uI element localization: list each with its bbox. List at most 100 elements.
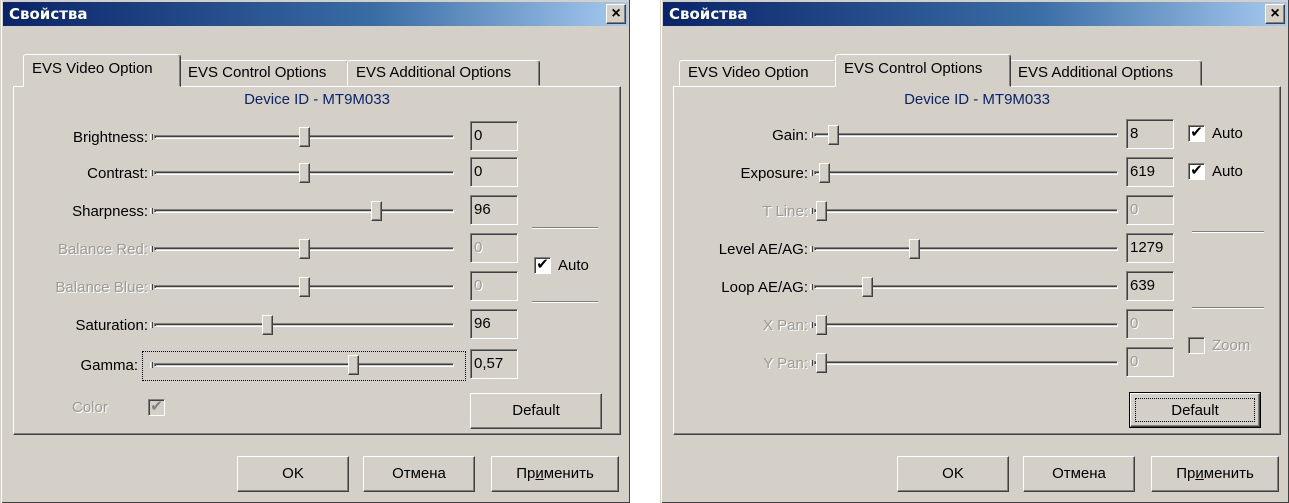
slider-track[interactable] — [154, 209, 454, 213]
exposure-slider[interactable] — [810, 163, 1122, 187]
exposure-value[interactable]: 619 — [1126, 157, 1174, 187]
contrast-value[interactable]: 0 — [470, 157, 518, 187]
tab-evs-video-option[interactable]: EVS Video Option — [679, 60, 837, 86]
window-title: Свойства — [669, 5, 748, 23]
gamma-label: Gamma: — [80, 357, 138, 374]
balance-blue-slider[interactable] — [150, 277, 458, 301]
gain-auto-label: Auto — [1212, 125, 1243, 142]
gamma-value[interactable]: 0,57 — [470, 349, 518, 379]
slider-tick — [810, 208, 813, 214]
slider-tick — [150, 170, 153, 176]
sharpness-value[interactable]: 96 — [470, 195, 518, 225]
slider-thumb — [299, 277, 310, 297]
gain-slider[interactable] — [810, 125, 1122, 149]
balance-blue-label: Balance Blue: — [55, 279, 148, 296]
slider-track[interactable] — [814, 285, 1118, 289]
group-separator-top — [532, 227, 598, 229]
saturation-label: Saturation: — [75, 317, 148, 334]
ok-button[interactable]: OK — [237, 456, 349, 492]
slider-thumb[interactable] — [299, 127, 310, 147]
close-button[interactable]: × — [606, 4, 626, 24]
slider-track[interactable] — [154, 323, 454, 327]
slider-thumb[interactable] — [818, 163, 830, 183]
device-id-label: Device ID - MT9M033 — [244, 91, 390, 108]
slider-thumb[interactable] — [862, 277, 874, 297]
slider-thumb[interactable] — [370, 201, 382, 221]
loop-ae-ag-slider[interactable] — [810, 277, 1122, 301]
slider-thumb[interactable] — [261, 315, 273, 335]
slider-thumb — [816, 315, 827, 335]
slider-thumb[interactable] — [827, 125, 839, 145]
title-bar[interactable]: Свойства × — [663, 2, 1287, 26]
contrast-label: Contrast: — [87, 165, 148, 182]
level-ae-ag-slider[interactable] — [810, 239, 1122, 263]
close-icon: × — [611, 5, 621, 22]
saturation-slider[interactable] — [150, 315, 458, 339]
gain-auto-checkbox[interactable]: ✔ — [1188, 125, 1205, 142]
loop-ae-ag-value[interactable]: 639 — [1126, 271, 1174, 301]
checkmark-icon: ✔ — [150, 398, 163, 415]
slider-tick — [810, 322, 813, 328]
slider-tick — [810, 132, 813, 138]
tab-panel: Device ID - MT9M033 Brightness: Contrast… — [13, 86, 621, 435]
slider-thumb — [299, 239, 310, 259]
exposure-label: Exposure: — [740, 165, 808, 182]
title-bar[interactable]: Свойства × — [3, 2, 628, 26]
level-ae-ag-value[interactable]: 1279 — [1126, 233, 1174, 263]
default-button[interactable]: Default — [1129, 392, 1261, 428]
y-pan-label: Y Pan: — [763, 355, 808, 372]
slider-tick — [150, 362, 153, 368]
apply-button[interactable]: Применить — [491, 456, 619, 492]
focus-rect — [1135, 398, 1255, 422]
default-button[interactable]: Default — [470, 393, 602, 429]
tab-evs-control-options[interactable]: EVS Control Options — [835, 54, 1011, 87]
slider-tick — [810, 360, 813, 366]
slider-track[interactable] — [814, 247, 1118, 251]
exposure-auto-checkbox[interactable]: ✔ — [1188, 163, 1205, 180]
balance-red-label: Balance Red: — [57, 241, 148, 258]
checkmark-icon: ✔ — [1190, 162, 1203, 179]
cancel-button[interactable]: Отмена — [363, 456, 475, 492]
close-button[interactable]: × — [1265, 4, 1285, 24]
tab-evs-control-options[interactable]: EVS Control Options — [179, 60, 349, 86]
apply-button[interactable]: Применить — [1151, 456, 1279, 492]
slider-track[interactable] — [814, 171, 1118, 175]
slider-track[interactable] — [814, 133, 1118, 137]
slider-track[interactable] — [814, 361, 1118, 365]
tab-evs-video-option[interactable]: EVS Video Option — [23, 54, 181, 87]
checkmark-icon: ✔ — [536, 256, 549, 273]
slider-tick — [150, 322, 153, 328]
close-icon: × — [1270, 5, 1280, 22]
x-pan-slider — [810, 315, 1122, 339]
balance-red-value: 0 — [470, 233, 518, 263]
color-label: Color — [72, 399, 108, 416]
level-ae-ag-label: Level AE/AG: — [718, 241, 808, 258]
x-pan-value: 0 — [1126, 309, 1174, 339]
gain-value[interactable]: 8 — [1126, 119, 1174, 149]
tab-evs-additional-options[interactable]: EVS Additional Options — [347, 60, 540, 86]
tab-evs-additional-options[interactable]: EVS Additional Options — [1009, 60, 1202, 86]
sharpness-slider[interactable] — [150, 201, 458, 225]
contrast-slider[interactable] — [150, 163, 458, 187]
slider-thumb[interactable] — [299, 163, 310, 183]
slider-track[interactable] — [154, 363, 454, 367]
device-id-label: Device ID - MT9M033 — [904, 91, 1050, 108]
y-pan-value: 0 — [1126, 347, 1174, 377]
saturation-value[interactable]: 96 — [470, 309, 518, 339]
zoom-checkbox — [1188, 337, 1205, 354]
slider-track[interactable] — [814, 323, 1118, 327]
cancel-button[interactable]: Отмена — [1023, 456, 1135, 492]
gamma-slider[interactable] — [150, 355, 458, 379]
exposure-auto-label: Auto — [1212, 163, 1243, 180]
brightness-value[interactable]: 0 — [470, 121, 518, 151]
gain-label: Gain: — [772, 127, 808, 144]
balance-red-slider[interactable] — [150, 239, 458, 263]
auto-balance-checkbox[interactable]: ✔ — [534, 257, 551, 274]
slider-thumb[interactable] — [347, 355, 359, 375]
checkmark-icon: ✔ — [1190, 124, 1203, 141]
slider-tick — [150, 134, 153, 140]
slider-thumb[interactable] — [908, 239, 920, 259]
ok-button[interactable]: OK — [897, 456, 1009, 492]
slider-track[interactable] — [814, 209, 1118, 213]
brightness-slider[interactable] — [150, 127, 458, 151]
